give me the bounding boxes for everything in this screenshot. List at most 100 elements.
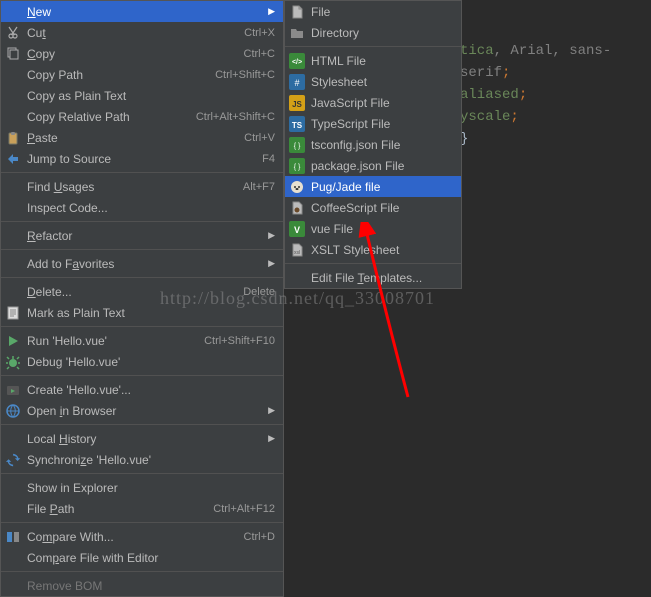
- menu-shortcut: Alt+F7: [243, 181, 275, 193]
- menu-item-label: Paste: [27, 131, 234, 145]
- context-menu-item-26[interactable]: Synchronize 'Hello.vue': [1, 449, 283, 470]
- menu-item-label: Create 'Hello.vue'...: [27, 383, 275, 397]
- new-submenu-item-0[interactable]: File: [285, 1, 461, 22]
- new-submenu-item-7[interactable]: { }tsconfig.json File: [285, 134, 461, 155]
- blank-icon: [5, 109, 21, 125]
- context-menu-item-29[interactable]: File PathCtrl+Alt+F12: [1, 498, 283, 519]
- cut-icon: [5, 25, 21, 41]
- context-menu: New ▶ CutCtrl+XCopyCtrl+CCopy PathCtrl+Shi…: [0, 0, 284, 597]
- context-menu-item-32[interactable]: Compare File with Editor: [1, 547, 283, 568]
- context-menu-item-1[interactable]: CutCtrl+X: [1, 22, 283, 43]
- context-menu-item-31[interactable]: Compare With...Ctrl+D: [1, 526, 283, 547]
- menu-item-label: Inspect Code...: [27, 201, 275, 215]
- context-menu-item-19[interactable]: Run 'Hello.vue'Ctrl+Shift+F10: [1, 330, 283, 351]
- submenu-arrow-icon: ▶: [268, 433, 275, 444]
- context-menu-item-17[interactable]: Mark as Plain Text: [1, 302, 283, 323]
- menu-item-label: Debug 'Hello.vue': [27, 355, 275, 369]
- new-submenu-item-3[interactable]: </> HTML File: [285, 50, 461, 71]
- context-menu-item-23[interactable]: Open in Browser ▶: [1, 400, 283, 421]
- context-menu-item-22[interactable]: Create 'Hello.vue'...: [1, 379, 283, 400]
- svg-text:JS: JS: [292, 100, 302, 109]
- context-menu-item-9[interactable]: Find Usages Alt+F7: [1, 176, 283, 197]
- blank-icon: [5, 501, 21, 517]
- svg-text:</>: </>: [292, 59, 302, 66]
- context-menu-item-34: Remove BOM: [1, 575, 283, 596]
- context-menu-item-12[interactable]: Refactor▶: [1, 225, 283, 246]
- menu-separator: [1, 571, 283, 572]
- blank-icon: [5, 256, 21, 272]
- menu-shortcut: F4: [262, 153, 275, 165]
- menu-shortcut: Ctrl+V: [244, 132, 275, 144]
- context-menu-item-25[interactable]: Local History▶: [1, 428, 283, 449]
- new-submenu-item-5[interactable]: JS JavaScript File: [285, 92, 461, 113]
- copy-icon: [5, 46, 21, 62]
- submenu-arrow-icon: ▶: [268, 405, 275, 416]
- menu-separator: [1, 277, 283, 278]
- menu-item-label: Open in Browser: [27, 404, 260, 418]
- menu-item-label: tsconfig.json File: [311, 138, 453, 152]
- menu-shortcut: Ctrl+D: [244, 531, 275, 543]
- html-icon: </>: [289, 53, 305, 69]
- ts-icon: TS: [289, 116, 305, 132]
- blank-icon: [5, 550, 21, 566]
- menu-shortcut: Ctrl+C: [244, 48, 275, 60]
- menu-item-label: Mark as Plain Text: [27, 306, 275, 320]
- new-submenu-item-1[interactable]: Directory: [285, 22, 461, 43]
- context-menu-item-6[interactable]: Paste Ctrl+V: [1, 127, 283, 148]
- menu-shortcut: Delete: [243, 286, 275, 298]
- new-submenu-item-11[interactable]: Vvue File: [285, 218, 461, 239]
- menu-item-label: Remove BOM: [27, 579, 275, 593]
- menu-item-label: New: [27, 5, 260, 19]
- context-menu-item-5[interactable]: Copy Relative PathCtrl+Alt+Shift+C: [1, 106, 283, 127]
- blank-icon: [5, 4, 21, 20]
- menu-item-label: Cut: [27, 26, 234, 40]
- context-menu-item-10[interactable]: Inspect Code...: [1, 197, 283, 218]
- new-submenu-item-12[interactable]: xslXSLT Stylesheet: [285, 239, 461, 260]
- context-menu-item-3[interactable]: Copy PathCtrl+Shift+C: [1, 64, 283, 85]
- context-menu-item-20[interactable]: Debug 'Hello.vue': [1, 351, 283, 372]
- compare-icon: [5, 529, 21, 545]
- blank-icon: [5, 67, 21, 83]
- context-menu-item-7[interactable]: Jump to SourceF4: [1, 148, 283, 169]
- menu-item-label: HTML File: [311, 54, 453, 68]
- svg-text:TS: TS: [292, 121, 303, 130]
- paste-icon: [5, 130, 21, 146]
- json-icon: { }: [289, 158, 305, 174]
- vue-icon: V: [289, 221, 305, 237]
- submenu-arrow-icon: ▶: [268, 258, 275, 269]
- menu-separator: [1, 172, 283, 173]
- new-submenu-item-14[interactable]: Edit File Templates...: [285, 267, 461, 288]
- context-menu-item-2[interactable]: CopyCtrl+C: [1, 43, 283, 64]
- pug-icon: [289, 179, 305, 195]
- blank-icon: [5, 431, 21, 447]
- svg-text:xsl: xsl: [294, 250, 300, 256]
- menu-item-label: TypeScript File: [311, 117, 453, 131]
- blank-icon: [5, 88, 21, 104]
- menu-item-label: JavaScript File: [311, 96, 453, 110]
- new-submenu-item-9[interactable]: Pug/Jade file: [285, 176, 461, 197]
- new-submenu-item-8[interactable]: { }package.json File: [285, 155, 461, 176]
- menu-shortcut: Ctrl+Shift+F10: [204, 335, 275, 347]
- menu-item-label: File Path: [27, 502, 203, 516]
- menu-item-label: Find Usages: [27, 180, 233, 194]
- jump-icon: [5, 151, 21, 167]
- context-menu-item-0[interactable]: New ▶: [1, 1, 283, 22]
- new-submenu-item-4[interactable]: #Stylesheet: [285, 71, 461, 92]
- menu-separator: [1, 326, 283, 327]
- menu-shortcut: Ctrl+Shift+C: [215, 69, 275, 81]
- context-menu-item-16[interactable]: Delete...Delete: [1, 281, 283, 302]
- menu-item-label: Show in Explorer: [27, 481, 275, 495]
- menu-item-label: Copy Relative Path: [27, 110, 186, 124]
- context-menu-item-14[interactable]: Add to Favorites▶: [1, 253, 283, 274]
- svg-text:#: #: [294, 78, 299, 88]
- svg-text:V: V: [294, 225, 300, 235]
- menu-separator: [1, 522, 283, 523]
- context-menu-item-28[interactable]: Show in Explorer: [1, 477, 283, 498]
- blank-icon: [5, 480, 21, 496]
- new-submenu-item-6[interactable]: TS TypeScript File: [285, 113, 461, 134]
- context-menu-item-4[interactable]: Copy as Plain Text: [1, 85, 283, 106]
- blank-icon: [5, 578, 21, 594]
- submenu-arrow-icon: ▶: [268, 6, 275, 17]
- dir-icon: [289, 25, 305, 41]
- new-submenu-item-10[interactable]: CoffeeScript File: [285, 197, 461, 218]
